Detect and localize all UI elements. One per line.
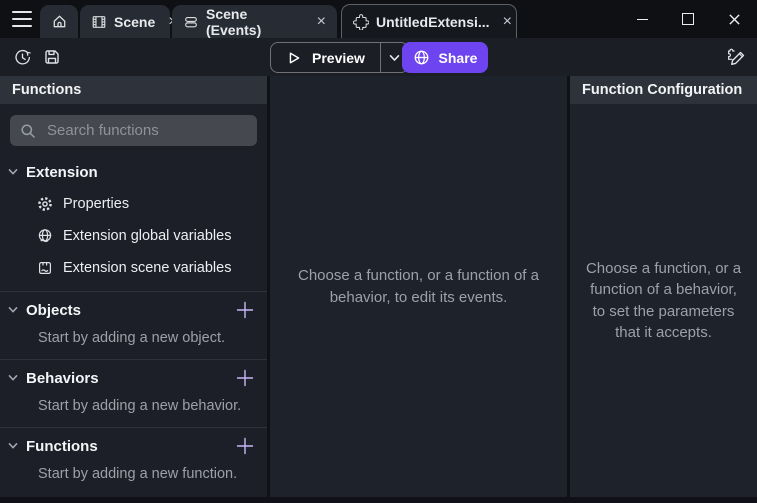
divider [0, 427, 267, 428]
history-icon[interactable] [12, 47, 32, 67]
maximize-button[interactable] [665, 0, 711, 38]
function-configuration-title: Function Configuration [570, 76, 757, 104]
globe-variable-icon [36, 228, 54, 244]
tree-item-label: Properties [63, 196, 129, 212]
close-tab-icon[interactable]: × [311, 14, 326, 30]
extension-icon [353, 14, 369, 30]
preview-label: Preview [312, 50, 365, 66]
objects-empty-text: Start by adding a new object. [38, 330, 255, 346]
edit-extension-icon[interactable] [724, 45, 748, 69]
section-title: Extension [26, 164, 98, 181]
events-editor-panel: Choose a function, or a function of a be… [270, 76, 567, 497]
functions-panel: Functions Extension Properties [0, 76, 267, 497]
tab-scene[interactable]: Scene × [80, 5, 170, 38]
play-icon [286, 50, 302, 66]
share-label: Share [439, 50, 478, 66]
tab-untitled-extension[interactable]: UntitledExtensi... × [341, 4, 517, 38]
main-menu-icon[interactable] [12, 11, 32, 27]
save-icon[interactable] [42, 47, 62, 67]
scene-variable-icon [36, 260, 54, 276]
search-icon [20, 123, 36, 139]
tab-bar: Scene × Scene (Events) × UntitledExtensi… [0, 0, 757, 38]
tree-item-properties[interactable]: Properties [36, 194, 267, 214]
minimize-icon [637, 19, 648, 20]
chevron-down-icon [8, 374, 20, 382]
section-title: Behaviors [26, 370, 99, 387]
close-icon [728, 13, 741, 26]
section-functions[interactable]: Functions [0, 436, 267, 456]
behaviors-empty-text: Start by adding a new behavior. [38, 398, 255, 414]
share-button[interactable]: Share [402, 42, 488, 73]
chevron-down-icon [8, 442, 20, 450]
close-tab-icon[interactable]: × [497, 14, 512, 30]
events-empty-text: Choose a function, or a function of a be… [270, 265, 567, 308]
tab-scene-events[interactable]: Scene (Events) × [172, 5, 337, 38]
home-icon [51, 13, 68, 30]
chevron-down-icon [8, 168, 20, 176]
function-configuration-panel: Function Configuration Choose a function… [570, 76, 757, 497]
globe-icon [413, 49, 430, 66]
gear-icon [36, 196, 54, 212]
add-function-button[interactable] [235, 436, 255, 456]
preview-button[interactable]: Preview [271, 43, 380, 72]
divider [0, 359, 267, 360]
maximize-icon [682, 13, 694, 25]
tree-item-scene-variables[interactable]: Extension scene variables [36, 258, 267, 278]
search-functions-box[interactable] [10, 115, 257, 146]
minimize-button[interactable] [619, 0, 665, 38]
tab-label: Scene (Events) [206, 6, 304, 38]
configuration-empty-text: Choose a function, or a function of a be… [582, 258, 745, 343]
events-sheet-icon [183, 14, 199, 30]
section-title: Functions [26, 438, 98, 455]
tree-item-global-variables[interactable]: Extension global variables [36, 226, 267, 246]
gdevelop-window: Scene × Scene (Events) × UntitledExtensi… [0, 0, 757, 503]
film-icon [91, 14, 107, 30]
add-behavior-button[interactable] [235, 368, 255, 388]
tree-item-label: Extension global variables [63, 228, 231, 244]
divider [0, 291, 267, 292]
section-behaviors[interactable]: Behaviors [0, 368, 267, 388]
search-functions-input[interactable] [45, 121, 247, 140]
tab-label: UntitledExtensi... [376, 14, 490, 30]
tab-home[interactable] [40, 5, 78, 38]
functions-panel-title: Functions [0, 76, 267, 104]
window-controls [619, 0, 757, 38]
preview-split-button: Preview [270, 42, 409, 73]
add-object-button[interactable] [235, 300, 255, 320]
functions-empty-text: Start by adding a new function. [38, 466, 255, 482]
chevron-down-icon [389, 54, 400, 62]
chevron-down-icon [8, 306, 20, 314]
tree-item-label: Extension scene variables [63, 260, 231, 276]
tab-label: Scene [114, 14, 155, 30]
section-objects[interactable]: Objects [0, 300, 267, 320]
toolbar: Preview Share [0, 38, 757, 76]
section-title: Objects [26, 302, 81, 319]
close-window-button[interactable] [711, 0, 757, 38]
section-extension[interactable]: Extension [0, 162, 267, 182]
